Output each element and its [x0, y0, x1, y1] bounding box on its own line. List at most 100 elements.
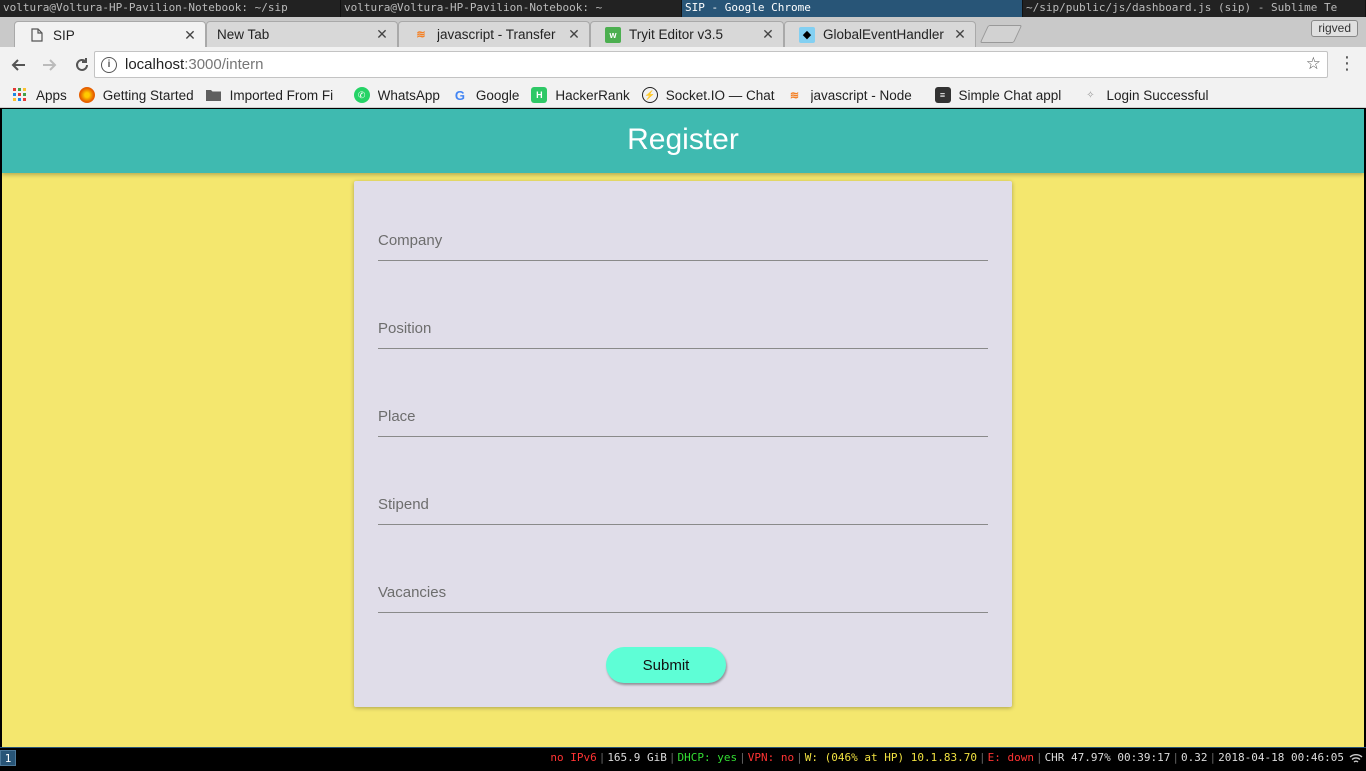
wm-window-title: SIP - Google Chrome: [685, 1, 811, 14]
bookmark-login-successful[interactable]: ✧ Login Successful: [1083, 87, 1209, 103]
mdn-icon: ◆: [799, 26, 815, 43]
stackoverflow-icon: ≋: [416, 29, 426, 41]
vacancies-input[interactable]: [378, 563, 988, 612]
wm-window-title: voltura@Voltura-HP-Pavilion-Notebook: ~/…: [3, 1, 288, 14]
wm-window-chrome[interactable]: SIP - Google Chrome: [682, 0, 1023, 17]
address-path: :3000/intern: [184, 56, 264, 73]
company-input[interactable]: [378, 211, 988, 260]
apps-grid-icon: [12, 87, 28, 103]
document-icon: [29, 27, 45, 43]
wm-window-title: voltura@Voltura-HP-Pavilion-Notebook: ~: [344, 1, 603, 14]
bookmark-simple-chat[interactable]: ≡ Simple Chat appl: [934, 87, 1071, 103]
bookmark-socketio[interactable]: ⚡ Socket.IO — Chat: [641, 87, 775, 103]
submit-button[interactable]: Submit: [606, 647, 726, 683]
bookmark-label: WhatsApp: [377, 87, 440, 103]
whatsapp-icon: ✆: [353, 87, 370, 103]
reload-icon[interactable]: [68, 51, 96, 79]
folder-icon: [206, 87, 222, 103]
status-separator: |: [1209, 751, 1217, 764]
tab-close-icon[interactable]: ✕: [953, 26, 967, 43]
page-title: Register: [627, 123, 739, 156]
place-field: [378, 387, 988, 437]
w3schools-icon: w: [605, 26, 621, 43]
status-separator: |: [1035, 751, 1043, 764]
status-separator: |: [1172, 751, 1180, 764]
chat-app-icon: ≡: [934, 87, 951, 103]
bookmark-label: Imported From Fi: [229, 87, 334, 103]
address-host: localhost: [125, 56, 185, 73]
bookmark-apps[interactable]: Apps: [12, 87, 67, 103]
bookmarks-bar: Apps Getting Started Imported From Fi ✆ …: [0, 83, 1366, 108]
window-manager-bar: voltura@Voltura-HP-Pavilion-Notebook: ~/…: [0, 0, 1366, 17]
profile-button[interactable]: rigved: [1311, 20, 1358, 37]
bookmark-google[interactable]: G Google: [452, 87, 520, 103]
new-tab-button[interactable]: [979, 25, 1023, 43]
tab-tryit-editor[interactable]: w Tryit Editor v3.5 ✕: [590, 21, 784, 47]
bookmark-hackerrank[interactable]: H HackerRank: [531, 87, 630, 103]
status-separator: |: [739, 751, 746, 764]
tab-title: javascript - Transfer: [437, 27, 556, 42]
company-field: [378, 211, 988, 261]
tab-globaleventhandler[interactable]: ◆ GlobalEventHandler ✕: [784, 21, 976, 47]
back-icon[interactable]: [4, 51, 32, 79]
bookmark-label: Login Successful: [1106, 87, 1209, 103]
wm-window-terminal-home[interactable]: voltura@Voltura-HP-Pavilion-Notebook: ~: [341, 0, 682, 17]
stipend-input[interactable]: [378, 475, 988, 524]
browser-toolbar: i localhost:3000/intern ☆ ⋮: [0, 47, 1366, 83]
wifi-icon: [1349, 751, 1363, 771]
position-field: [378, 299, 988, 349]
tab-title: SIP: [53, 27, 75, 43]
register-form: Submit: [354, 181, 1012, 707]
vacancies-field: [378, 563, 988, 613]
status-item: no IPv6: [550, 751, 597, 764]
tab-close-icon[interactable]: ✕: [375, 26, 389, 43]
bookmark-javascript-node[interactable]: ≋ javascript - Node: [787, 87, 923, 103]
status-item: DHCP: yes: [677, 751, 738, 764]
wm-window-title: ~/sip/public/js/dashboard.js (sip) - Sub…: [1026, 1, 1338, 14]
place-input[interactable]: [378, 387, 988, 436]
stackoverflow-icon: ≋: [789, 89, 800, 102]
status-item: 165.9 GiB: [607, 751, 667, 764]
status-separator: |: [796, 751, 803, 764]
status-item: W: (046% at HP) 10.1.83.70: [804, 751, 977, 764]
bookmark-label: Apps: [36, 87, 67, 103]
wm-window-sublime[interactable]: ~/sip/public/js/dashboard.js (sip) - Sub…: [1023, 0, 1366, 17]
bookmark-label: javascript - Node: [810, 87, 912, 103]
firefox-icon: [78, 87, 95, 103]
bookmark-whatsapp[interactable]: ✆ WhatsApp: [353, 87, 440, 103]
wm-window-terminal-sip[interactable]: voltura@Voltura-HP-Pavilion-Notebook: ~/…: [0, 0, 341, 17]
position-input[interactable]: [378, 299, 988, 348]
tab-sip[interactable]: SIP ✕: [14, 21, 206, 48]
tab-title: Tryit Editor v3.5: [629, 27, 724, 42]
tab-close-icon[interactable]: ✕: [761, 26, 775, 43]
bookmark-star-icon[interactable]: ☆: [1306, 54, 1321, 74]
bookmark-getting-started[interactable]: Getting Started: [78, 87, 194, 103]
forward-icon[interactable]: [36, 51, 64, 79]
tab-new-tab[interactable]: New Tab ✕: [206, 21, 398, 47]
google-icon: G: [454, 87, 465, 103]
tab-title: New Tab: [217, 27, 270, 42]
hackerrank-icon: H: [531, 87, 548, 103]
page-viewport: Register Submit: [2, 109, 1364, 747]
menu-icon[interactable]: ⋮: [1338, 55, 1356, 73]
stipend-field: [378, 475, 988, 525]
bookmark-imported-folder[interactable]: Imported From Fi: [206, 87, 342, 103]
workspace-button[interactable]: 1: [0, 750, 16, 766]
tab-title: GlobalEventHandler: [823, 27, 944, 42]
status-separator: |: [598, 751, 606, 764]
address-bar[interactable]: i localhost:3000/intern ☆: [94, 51, 1328, 78]
status-item: E: down: [987, 751, 1034, 764]
bookmark-label: Socket.IO — Chat: [665, 87, 775, 103]
page-header: Register: [2, 109, 1364, 173]
tab-close-icon[interactable]: ✕: [567, 26, 581, 43]
status-separator: |: [668, 751, 676, 764]
bookmark-label: Simple Chat appl: [958, 87, 1062, 103]
tab-javascript-transfer[interactable]: ≋ javascript - Transfer ✕: [398, 21, 590, 47]
bookmark-label: Getting Started: [102, 87, 194, 103]
status-item: CHR 47.97% 00:39:17: [1044, 751, 1171, 764]
status-item: 0.32: [1181, 751, 1208, 764]
site-info-icon[interactable]: i: [101, 56, 117, 73]
status-item: VPN: no: [747, 751, 795, 764]
tab-close-icon[interactable]: ✕: [183, 27, 197, 44]
socketio-icon: ⚡: [641, 87, 658, 103]
